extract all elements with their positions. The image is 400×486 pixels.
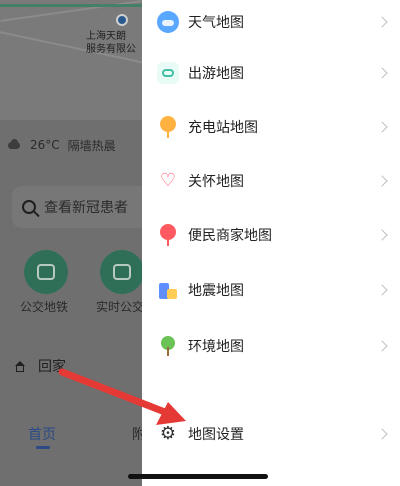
background-app: 上海天朗 服务有限公 26°C 隔墙热晨 查看新冠患者 公交地铁 实时公交 回家… xyxy=(0,0,142,486)
realtime-bus-button[interactable] xyxy=(100,250,142,294)
menu-item-map-settings[interactable]: ⚙ 地图设置 xyxy=(142,412,400,456)
home-indicator xyxy=(128,474,268,479)
menu-item-label: 关怀地图 xyxy=(188,174,244,190)
map-route xyxy=(0,4,142,7)
menu-item-label: 充电站地图 xyxy=(188,120,258,136)
map-view[interactable]: 上海天朗 服务有限公 xyxy=(0,0,142,120)
go-home-row[interactable]: 回家 xyxy=(14,356,66,376)
search-icon xyxy=(22,200,36,214)
earthquake-icon xyxy=(156,278,180,302)
menu-item-environment-map[interactable]: 环境地图 xyxy=(142,324,400,368)
merchant-icon xyxy=(156,223,180,247)
chevron-right-icon xyxy=(376,175,388,187)
menu-item-merchant-map[interactable]: 便民商家地图 xyxy=(142,213,400,257)
chevron-right-icon xyxy=(376,16,388,28)
search-bar[interactable]: 查看新冠患者 xyxy=(12,186,142,228)
environment-tree-icon xyxy=(156,334,180,358)
chevron-right-icon xyxy=(376,428,388,440)
tab-home[interactable]: 首页 xyxy=(28,424,56,444)
charging-station-icon xyxy=(156,115,180,139)
search-placeholder: 查看新冠患者 xyxy=(44,200,128,216)
chevron-right-icon xyxy=(376,340,388,352)
menu-item-weather-map[interactable]: 天气地图 xyxy=(142,0,400,44)
map-poi-line1: 上海天朗 xyxy=(86,31,126,42)
menu-item-label: 天气地图 xyxy=(188,15,244,31)
menu-item-earthquake-map[interactable]: 地震地图 xyxy=(142,268,400,312)
menu-item-charging-map[interactable]: 充电站地图 xyxy=(142,105,400,149)
map-poi-line2: 服务有限公 xyxy=(86,44,136,55)
chevron-right-icon xyxy=(376,67,388,79)
location-pin-icon[interactable] xyxy=(116,14,128,26)
menu-item-label: 出游地图 xyxy=(188,66,244,82)
menu-item-label: 地震地图 xyxy=(188,283,244,299)
realtime-bus-label: 实时公交 xyxy=(96,300,142,314)
map-menu-panel: 天气地图 出游地图 充电站地图 ♡ 关怀地图 便民商家地图 地震地图 环境地图 … xyxy=(142,0,400,486)
cloud-icon xyxy=(6,139,22,151)
weather-text: 隔墙热晨 xyxy=(67,138,116,153)
menu-item-travel-map[interactable]: 出游地图 xyxy=(142,51,400,95)
menu-item-label: 地图设置 xyxy=(188,427,244,443)
bus-subway-label: 公交地铁 xyxy=(20,300,69,314)
map-poi-label: 上海天朗 服务有限公 xyxy=(86,30,136,56)
go-home-label: 回家 xyxy=(38,359,66,375)
tab-nearby[interactable]: 附 xyxy=(132,424,142,444)
tab-home-underline xyxy=(36,446,50,449)
realtime-bus-icon xyxy=(113,264,131,280)
menu-item-care-map[interactable]: ♡ 关怀地图 xyxy=(142,159,400,203)
chevron-right-icon xyxy=(376,121,388,133)
bus-subway-button[interactable] xyxy=(24,250,68,294)
travel-icon xyxy=(156,61,180,85)
menu-item-label: 环境地图 xyxy=(188,339,244,355)
weather-icon xyxy=(156,10,180,34)
weather-temperature: 26°C xyxy=(30,138,60,152)
chevron-right-icon xyxy=(376,284,388,296)
bus-icon xyxy=(37,264,55,280)
menu-item-label: 便民商家地图 xyxy=(188,228,272,244)
gear-icon: ⚙ xyxy=(159,423,177,444)
care-heart-icon: ♡ xyxy=(159,170,177,191)
chevron-right-icon xyxy=(376,229,388,241)
weather-row: 26°C 隔墙热晨 xyxy=(6,136,116,154)
home-icon xyxy=(14,360,26,372)
